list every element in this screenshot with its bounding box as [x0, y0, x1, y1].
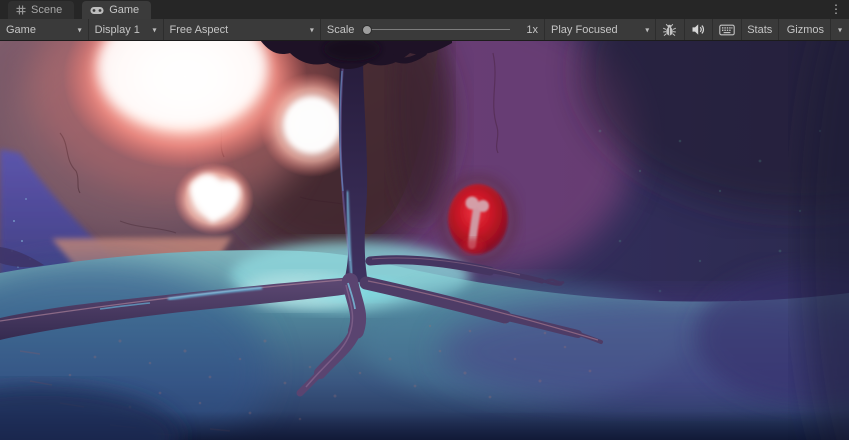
chevron-down-icon: ▾ [645, 26, 649, 35]
mute-audio-button[interactable] [685, 19, 714, 40]
gizmos-label: Gizmos [787, 24, 824, 36]
mute-audio-icon [691, 23, 705, 36]
play-focused-dropdown[interactable]: Play Focused ▾ [545, 19, 656, 40]
kebab-menu-icon[interactable]: ⋮ [829, 1, 843, 17]
display-label: Display 1 [95, 24, 140, 36]
chevron-down-icon: ▾ [310, 26, 314, 35]
game-mode-dropdown[interactable]: Game ▾ [0, 19, 89, 40]
debug-bug-button[interactable] [656, 19, 685, 40]
game-mode-label: Game [6, 24, 36, 36]
gizmos-control: Gizmos ▾ [779, 19, 849, 40]
chevron-down-icon: ▾ [78, 26, 82, 35]
scale-value: 1x [520, 24, 538, 36]
tab-scene-label: Scene [31, 4, 62, 16]
keyboard-shortcuts-button[interactable] [713, 19, 742, 40]
gizmos-button[interactable]: Gizmos [779, 19, 831, 40]
scale-slider-track [366, 29, 510, 31]
play-focused-label: Play Focused [551, 24, 618, 36]
tab-game-label: Game [109, 4, 139, 16]
game-viewport-render [0, 41, 849, 440]
display-dropdown[interactable]: Display 1 ▾ [89, 19, 164, 40]
aspect-ratio-label: Free Aspect [170, 24, 229, 36]
scale-label: Scale [327, 24, 355, 36]
aspect-ratio-dropdown[interactable]: Free Aspect ▾ [164, 19, 321, 40]
gizmos-dropdown[interactable]: ▾ [831, 19, 849, 40]
keyboard-shortcuts-icon [719, 24, 735, 36]
chevron-down-icon: ▾ [838, 26, 842, 35]
view-tab-bar: Scene Game ⋮ [0, 0, 849, 19]
stats-button[interactable]: Stats [742, 19, 779, 40]
debug-bug-icon [662, 23, 677, 37]
grid-icon [16, 5, 26, 15]
scale-slider-thumb[interactable] [362, 25, 372, 35]
game-view-toolbar: Game ▾ Display 1 ▾ Free Aspect ▾ Scale 1… [0, 19, 849, 41]
scale-slider[interactable] [362, 25, 512, 35]
gamepad-icon [90, 6, 104, 15]
scale-control: Scale 1x [321, 19, 545, 40]
game-viewport[interactable] [0, 41, 849, 440]
tab-game[interactable]: Game [82, 1, 151, 19]
chevron-down-icon: ▾ [152, 26, 156, 35]
stats-label: Stats [747, 24, 772, 36]
tab-scene[interactable]: Scene [8, 1, 74, 19]
unity-game-view-window: Scene Game ⋮ Game ▾ Display 1 ▾ Free Asp… [0, 0, 849, 440]
